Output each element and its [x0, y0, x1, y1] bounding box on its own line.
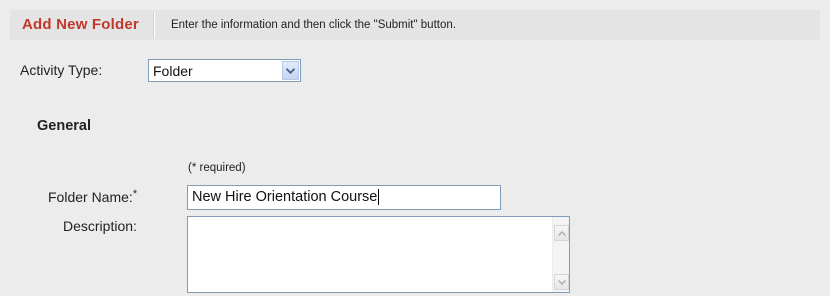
- activity-type-value: Folder: [153, 62, 193, 79]
- text-caret: [378, 189, 380, 206]
- folder-name-input[interactable]: New Hire Orientation Course: [187, 185, 501, 210]
- required-marker: *: [132, 188, 138, 200]
- activity-type-select[interactable]: Folder: [148, 59, 301, 82]
- page-title: Add New Folder: [22, 16, 139, 33]
- section-title-general: General: [37, 118, 91, 134]
- description-label: Description:: [63, 218, 137, 234]
- chevron-down-icon[interactable]: [282, 61, 299, 80]
- required-note: (* required): [188, 162, 246, 174]
- activity-type-label: Activity Type:: [20, 62, 103, 78]
- folder-name-value: New Hire Orientation Course: [192, 189, 378, 205]
- arrow-up-icon[interactable]: [554, 225, 569, 241]
- header-instructions: Enter the information and then click the…: [170, 19, 456, 31]
- arrow-down-icon[interactable]: [554, 274, 569, 290]
- folder-name-label-text: Folder Name:: [48, 189, 133, 205]
- page-header: Add New Folder Enter the information and…: [10, 10, 820, 40]
- folder-name-label: Folder Name:*: [48, 188, 138, 205]
- description-scrollbar[interactable]: [552, 217, 569, 292]
- description-textarea[interactable]: [187, 216, 570, 293]
